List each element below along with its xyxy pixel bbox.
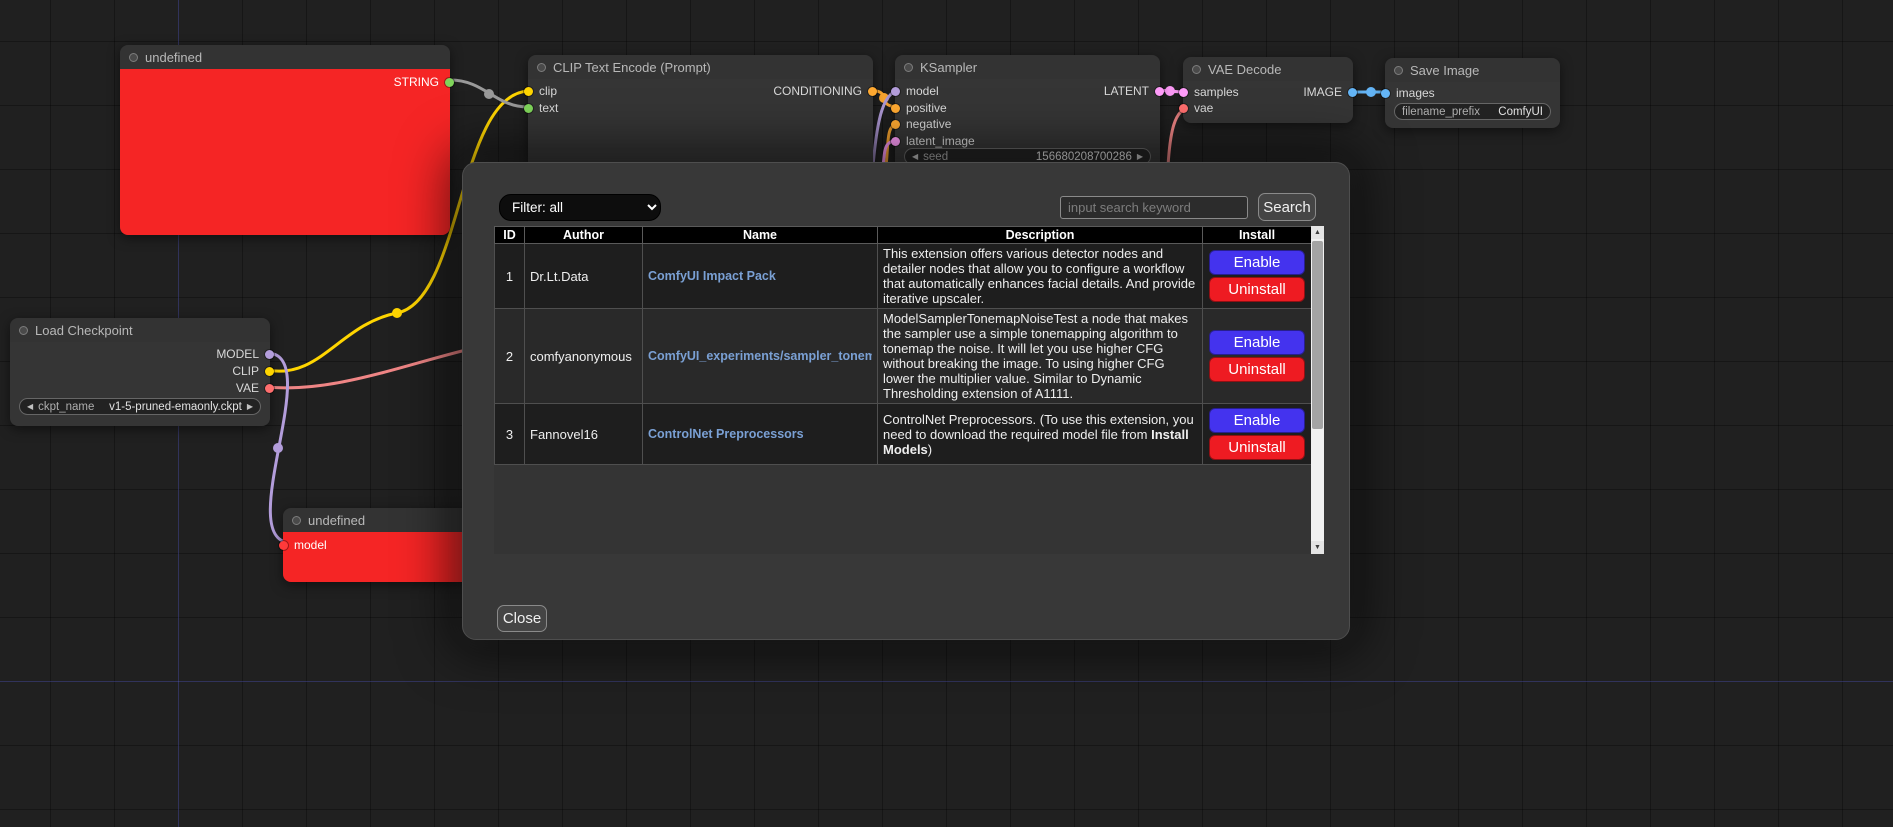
node-title: VAE Decode [1208, 62, 1281, 77]
col-header-id: ID [495, 227, 525, 244]
canvas-origin-horizontal-line [0, 681, 1893, 682]
input-slot-samples[interactable]: samples [1179, 85, 1239, 99]
list-scrollbar[interactable]: ▲ ▼ [1311, 226, 1324, 554]
vae-pin-icon[interactable] [265, 384, 274, 393]
decrement-arrow-icon[interactable]: ◀ [912, 153, 918, 161]
input-slot-positive[interactable]: positive [891, 101, 947, 115]
collapse-dot-icon[interactable] [129, 53, 138, 62]
input-slot-latent-image[interactable]: latent_image [891, 134, 975, 148]
extension-link[interactable]: ComfyUI_experiments/sampler_tonemap [648, 349, 872, 363]
vae-pin-icon[interactable] [1179, 104, 1188, 113]
col-header-name: Name [643, 227, 878, 244]
collapse-dot-icon[interactable] [1192, 65, 1201, 74]
conditioning-pin-icon[interactable] [868, 87, 877, 96]
uninstall-button[interactable]: Uninstall [1209, 435, 1305, 460]
node-graph-canvas[interactable]: undefined STRING CLIP Text Encode (Promp… [0, 0, 1893, 827]
latent-pin-icon[interactable] [891, 137, 900, 146]
scrollbar-thumb[interactable] [1312, 241, 1323, 429]
col-header-install: Install [1203, 227, 1312, 244]
node-load-checkpoint[interactable]: Load Checkpoint MODEL CLIP VAE ◀ ckpt_na… [10, 318, 270, 426]
model-pin-icon[interactable] [279, 541, 288, 550]
string-pin-icon[interactable] [524, 104, 533, 113]
collapse-dot-icon[interactable] [1394, 66, 1403, 75]
enable-button[interactable]: Enable [1209, 408, 1305, 433]
extension-list: ID Author Name Description Install 1 Dr.… [494, 226, 1324, 554]
collapse-dot-icon[interactable] [19, 326, 28, 335]
latent-pin-icon[interactable] [1155, 87, 1164, 96]
scroll-down-icon[interactable]: ▼ [1311, 541, 1324, 554]
conditioning-pin-icon[interactable] [891, 104, 900, 113]
latent-pin-icon[interactable] [1179, 88, 1188, 97]
output-slot-latent[interactable]: LATENT [1104, 84, 1164, 98]
ckpt-name-widget[interactable]: ◀ ckpt_name v1-5-pruned-emaonly.ckpt ▶ [19, 398, 261, 415]
collapse-dot-icon[interactable] [537, 63, 546, 72]
input-slot-model[interactable]: model [279, 538, 327, 552]
node-undefined-bottom[interactable]: undefined model [283, 508, 483, 582]
node-title: undefined [145, 50, 202, 65]
extension-row: 1 Dr.Lt.Data ComfyUI Impact Pack This ex… [495, 244, 1312, 309]
filter-select[interactable]: Filter: all [499, 194, 661, 221]
search-input[interactable] [1060, 196, 1248, 219]
clip-pin-icon[interactable] [265, 367, 274, 376]
uninstall-button[interactable]: Uninstall [1209, 357, 1305, 382]
search-button[interactable]: Search [1258, 193, 1316, 221]
node-title: Load Checkpoint [35, 323, 133, 338]
clip-pin-icon[interactable] [524, 87, 533, 96]
model-pin-icon[interactable] [265, 350, 274, 359]
extension-row: 3 Fannovel16 ControlNet Preprocessors Co… [495, 404, 1312, 465]
filename-prefix-widget[interactable]: filename_prefix ComfyUI [1394, 103, 1551, 120]
image-pin-icon[interactable] [1348, 88, 1357, 97]
conditioning-pin-icon[interactable] [891, 120, 900, 129]
node-title: KSampler [920, 60, 977, 75]
col-header-description: Description [878, 227, 1203, 244]
extension-table: ID Author Name Description Install 1 Dr.… [494, 226, 1312, 465]
node-title: undefined [308, 513, 365, 528]
close-button[interactable]: Close [497, 605, 547, 632]
input-slot-text[interactable]: text [524, 101, 558, 115]
node-title: Save Image [1410, 63, 1479, 78]
enable-button[interactable]: Enable [1209, 250, 1305, 275]
image-pin-icon[interactable] [1381, 89, 1390, 98]
extension-link[interactable]: ComfyUI Impact Pack [648, 269, 872, 283]
col-header-author: Author [525, 227, 643, 244]
model-pin-icon[interactable] [891, 87, 900, 96]
decrement-arrow-icon[interactable]: ◀ [27, 403, 33, 411]
input-slot-model[interactable]: model [891, 84, 939, 98]
input-slot-vae[interactable]: vae [1179, 101, 1213, 115]
collapse-dot-icon[interactable] [904, 63, 913, 72]
increment-arrow-icon[interactable]: ▶ [247, 403, 253, 411]
output-slot-model[interactable]: MODEL [216, 347, 274, 361]
increment-arrow-icon[interactable]: ▶ [1137, 153, 1143, 161]
node-undefined-top[interactable]: undefined STRING [120, 45, 450, 235]
uninstall-button[interactable]: Uninstall [1209, 277, 1305, 302]
output-slot-conditioning[interactable]: CONDITIONING [773, 84, 877, 98]
node-vae-decode[interactable]: VAE Decode samples vae IMAGE [1183, 57, 1353, 123]
string-pin-icon[interactable] [445, 78, 454, 87]
input-slot-images[interactable]: images [1381, 86, 1435, 100]
extension-row: 2 comfyanonymous ComfyUI_experiments/sam… [495, 309, 1312, 404]
custom-nodes-manager-dialog: Filter: all Search ID Author Name Descri… [462, 162, 1350, 640]
input-slot-clip[interactable]: clip [524, 84, 557, 98]
output-slot-vae[interactable]: VAE [236, 381, 274, 395]
table-header-row: ID Author Name Description Install [495, 227, 1312, 244]
node-save-image[interactable]: Save Image images filename_prefix ComfyU… [1385, 58, 1560, 128]
scroll-up-icon[interactable]: ▲ [1311, 226, 1324, 239]
enable-button[interactable]: Enable [1209, 330, 1305, 355]
output-slot-string[interactable]: STRING [394, 75, 454, 89]
output-slot-clip[interactable]: CLIP [232, 364, 274, 378]
node-title: CLIP Text Encode (Prompt) [553, 60, 711, 75]
extension-link[interactable]: ControlNet Preprocessors [648, 427, 872, 441]
input-slot-negative[interactable]: negative [891, 117, 951, 131]
output-slot-image[interactable]: IMAGE [1303, 85, 1357, 99]
collapse-dot-icon[interactable] [292, 516, 301, 525]
